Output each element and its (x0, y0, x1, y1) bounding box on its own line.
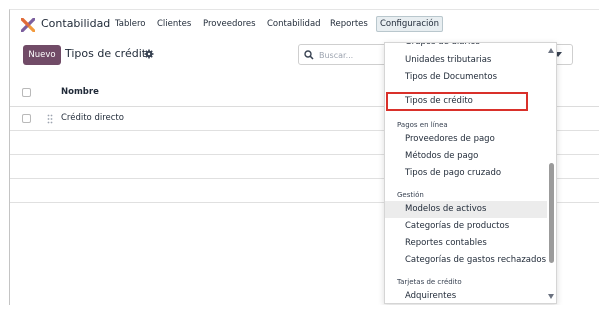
menu-item-categorias-de-productos[interactable]: Categorías de productos (385, 218, 547, 235)
menu-tablero[interactable]: Tablero (115, 19, 146, 29)
menu-item-grupos-de-diarios[interactable]: Grupos de diarios (385, 43, 547, 51)
search-input[interactable] (319, 48, 383, 62)
menu-item-adquirentes[interactable]: Adquirentes (385, 288, 547, 303)
app-name[interactable]: Contabilidad (41, 17, 110, 30)
configuracion-dropdown: Grupos de diarios Unidades tributarias T… (384, 42, 557, 304)
scrollbar-thumb[interactable] (549, 163, 554, 263)
row-checkbox[interactable] (22, 114, 31, 123)
section-header-gestion: Gestión (397, 191, 424, 199)
menu-item-metodos-de-pago[interactable]: Métodos de pago (385, 148, 547, 165)
menu-item-proveedores-de-pago[interactable]: Proveedores de pago (385, 131, 547, 148)
menu-clientes[interactable]: Clientes (157, 19, 191, 29)
page-title: Tipos de crédito (65, 47, 153, 60)
odoo-cross-icon[interactable] (21, 18, 35, 32)
app-window: Contabilidad Tablero Clientes Proveedore… (9, 9, 599, 305)
row-name[interactable]: Crédito directo (61, 113, 124, 123)
menu-proveedores[interactable]: Proveedores (203, 19, 256, 29)
drag-handle-icon[interactable] (47, 114, 53, 124)
menu-item-categorias-de-gastos-rechazados[interactable]: Categorías de gastos rechazados (385, 252, 547, 269)
menu-configuracion[interactable]: Configuración (376, 16, 443, 32)
menu-item-reportes-contables[interactable]: Reportes contables (385, 235, 547, 252)
select-all-checkbox[interactable] (22, 88, 31, 97)
menu-item-unidades-tributarias[interactable]: Unidades tributarias (385, 52, 547, 69)
column-header-name[interactable]: Nombre (61, 87, 99, 97)
gear-icon[interactable] (144, 49, 154, 59)
highlight-box (386, 92, 528, 111)
section-header-pagos-en-linea: Pagos en línea (397, 121, 448, 129)
section-header-tarjetas-de-credito: Tarjetas de crédito (397, 278, 462, 286)
new-button[interactable]: Nuevo (23, 45, 61, 65)
scroll-up-arrow-icon[interactable] (548, 48, 554, 53)
menu-contabilidad[interactable]: Contabilidad (267, 19, 321, 29)
menu-item-tipos-de-pago-cruzado[interactable]: Tipos de pago cruzado (385, 165, 547, 182)
scroll-down-arrow-icon[interactable] (548, 294, 554, 299)
menu-item-tipos-de-documentos[interactable]: Tipos de Documentos (385, 69, 547, 86)
search-bar[interactable] (298, 44, 388, 65)
top-navbar: Contabilidad Tablero Clientes Proveedore… (10, 10, 599, 39)
menu-item-modelos-de-activos[interactable]: Modelos de activos (385, 201, 547, 218)
menu-reportes[interactable]: Reportes (330, 19, 368, 29)
search-icon (304, 50, 314, 60)
